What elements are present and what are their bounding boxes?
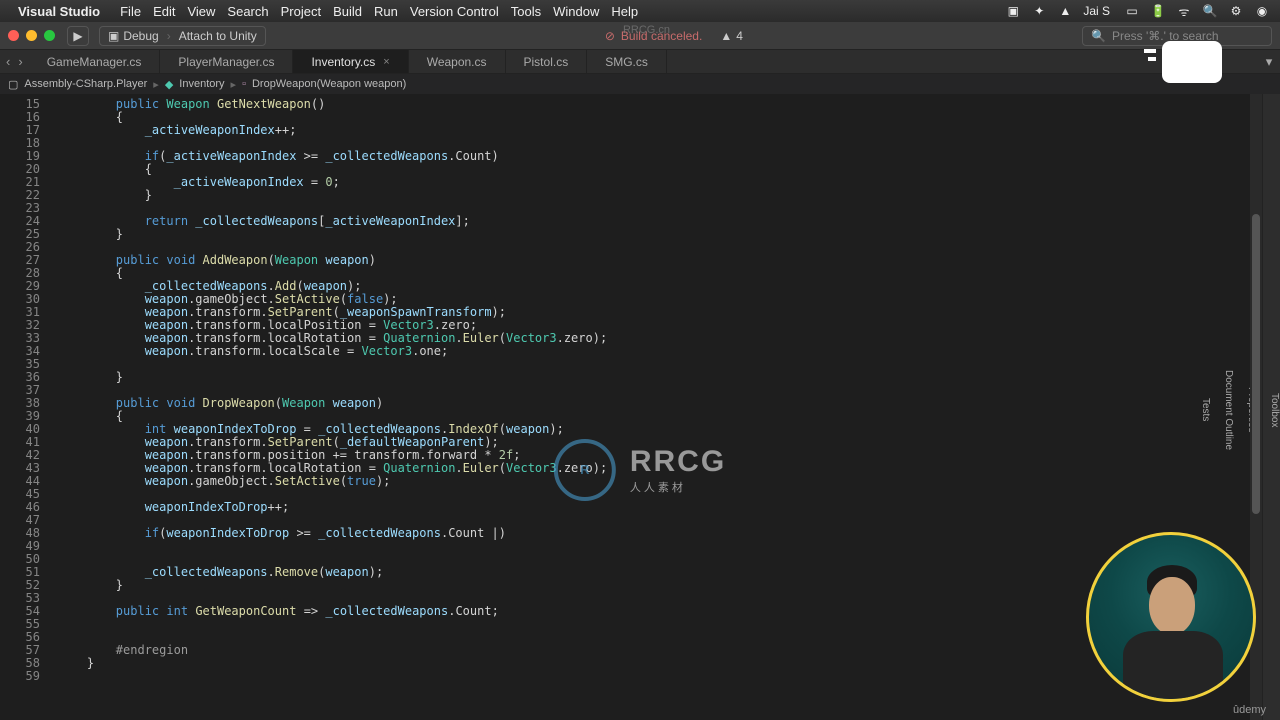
tray-icon-3[interactable]: ▲ xyxy=(1057,4,1073,18)
search-icon: 🔍 xyxy=(1091,29,1106,43)
global-search[interactable]: 🔍 Press '⌘.' to search xyxy=(1082,26,1272,46)
close-window-button[interactable] xyxy=(8,30,19,41)
warning-icon: ▲ xyxy=(720,29,732,43)
menu-item[interactable]: Window xyxy=(547,4,605,19)
menu-item[interactable]: File xyxy=(114,4,147,19)
nav-forward-button[interactable]: › xyxy=(18,54,22,69)
window-controls xyxy=(8,30,55,41)
spotlight-icon[interactable]: 🔍 xyxy=(1202,4,1218,18)
editor-tab[interactable]: Pistol.cs xyxy=(506,50,588,73)
tab-overflow-button[interactable]: ▾ xyxy=(1258,50,1280,73)
ide-toolbar: ▶ ▣ Debug › Attach to Unity ⊘ Build canc… xyxy=(0,22,1280,50)
editor-tab[interactable]: SMG.cs xyxy=(587,50,667,73)
editor-tabs: ‹ › GameManager.cs PlayerManager.cs Invent… xyxy=(0,50,1280,74)
editor-tab[interactable]: Inventory.cs × xyxy=(293,50,408,73)
macos-menubar: Visual Studio FileEditViewSearchProjectB… xyxy=(0,0,1280,22)
crumb-class[interactable]: Inventory xyxy=(179,78,224,90)
menu-item[interactable]: Version Control xyxy=(404,4,505,19)
tray-icon-1[interactable]: ▣ xyxy=(1005,4,1021,18)
warning-count: 4 xyxy=(736,29,743,43)
build-status: ⊘ Build canceled. xyxy=(605,29,702,43)
battery-icon[interactable]: 🔋 xyxy=(1150,4,1166,18)
target-label: Attach to Unity xyxy=(179,29,257,43)
wifi-icon[interactable]: ᯤ xyxy=(1176,4,1192,18)
menu-item[interactable]: Project xyxy=(275,4,327,19)
side-panel-tabs: ToolboxPropertiesDocument OutlineTests xyxy=(1262,94,1280,720)
error-icon: ⊘ xyxy=(605,29,615,43)
vertical-scrollbar[interactable] xyxy=(1250,94,1262,720)
code-area[interactable]: public Weapon GetNextWeapon() { _activeW… xyxy=(50,94,1250,720)
menu-item[interactable]: View xyxy=(181,4,221,19)
run-button[interactable]: ▶ xyxy=(67,26,89,46)
minimize-window-button[interactable] xyxy=(26,30,37,41)
user-name[interactable]: Jai S xyxy=(1083,4,1110,18)
app-name[interactable]: Visual Studio xyxy=(18,4,100,19)
crumb-member[interactable]: DropWeapon(Weapon weapon) xyxy=(252,78,406,90)
project-icon: ▢ xyxy=(8,78,18,91)
side-panel-tab[interactable]: Toolbox xyxy=(1269,393,1280,427)
search-placeholder: Press '⌘.' to search xyxy=(1112,29,1219,43)
editor-tab[interactable]: Weapon.cs xyxy=(409,50,506,73)
menu-item[interactable]: Run xyxy=(368,4,404,19)
class-icon: ◆ xyxy=(165,78,173,91)
tab-label: Inventory.cs xyxy=(311,55,375,69)
system-tray: ▣ ✦ ▲ Jai S ▭ 🔋 ᯤ 🔍 ⚙ ◉ xyxy=(1005,4,1270,18)
menu-item[interactable]: Edit xyxy=(147,4,181,19)
debug-config-icon: ▣ xyxy=(108,29,119,43)
tab-label: GameManager.cs xyxy=(47,55,142,69)
tray-icon-2[interactable]: ✦ xyxy=(1031,4,1047,18)
menu-item[interactable]: Help xyxy=(605,4,644,19)
build-status-text: Build canceled. xyxy=(621,29,702,43)
siri-icon[interactable]: ◉ xyxy=(1254,4,1270,18)
tab-close-button[interactable]: × xyxy=(383,56,389,68)
code-editor: 1516171819202122232425262728293031323334… xyxy=(0,94,1280,720)
menu-item[interactable]: Tools xyxy=(505,4,547,19)
display-icon[interactable]: ▭ xyxy=(1124,4,1140,18)
control-center-icon[interactable]: ⚙ xyxy=(1228,4,1244,18)
line-number-gutter: 1516171819202122232425262728293031323334… xyxy=(0,94,50,720)
tab-label: PlayerManager.cs xyxy=(178,55,274,69)
crumb-project[interactable]: Assembly-CSharp.Player xyxy=(24,78,147,90)
editor-tab[interactable]: GameManager.cs xyxy=(29,50,161,73)
breadcrumb: ▢ Assembly-CSharp.Player ▸ ◆ Inventory ▸… xyxy=(0,74,1280,94)
tab-label: Weapon.cs xyxy=(427,55,487,69)
warnings-status[interactable]: ▲ 4 xyxy=(720,29,743,43)
config-label: Debug xyxy=(123,29,158,43)
nav-back-button[interactable]: ‹ xyxy=(6,54,10,69)
tab-label: Pistol.cs xyxy=(524,55,569,69)
run-configuration[interactable]: ▣ Debug › Attach to Unity xyxy=(99,26,266,46)
tab-label: SMG.cs xyxy=(605,55,648,69)
menu-item[interactable]: Build xyxy=(327,4,368,19)
scrollbar-thumb[interactable] xyxy=(1252,214,1260,514)
editor-tab[interactable]: PlayerManager.cs xyxy=(160,50,293,73)
zoom-window-button[interactable] xyxy=(44,30,55,41)
menu-item[interactable]: Search xyxy=(221,4,274,19)
method-icon: ▫ xyxy=(242,78,246,90)
